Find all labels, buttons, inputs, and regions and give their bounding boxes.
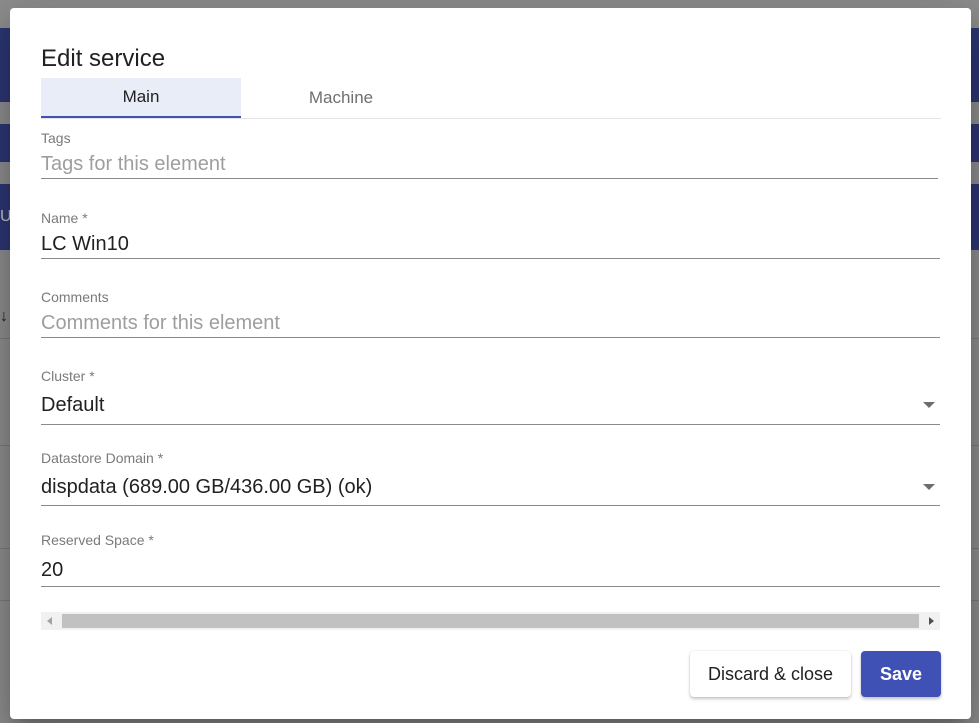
comments-input[interactable] xyxy=(41,309,940,337)
arrow-left-icon xyxy=(47,617,52,625)
name-field: Name * xyxy=(41,210,940,259)
save-button[interactable]: Save xyxy=(861,651,941,697)
reserved-space-underline xyxy=(41,586,940,587)
dialog-title: Edit service xyxy=(41,45,166,72)
scrollbar-thumb[interactable] xyxy=(62,614,919,628)
datastore-domain-select[interactable]: dispdata (689.00 GB/436.00 GB) (ok) xyxy=(41,473,940,501)
name-underline xyxy=(41,258,940,259)
tags-field: Tags xyxy=(41,130,938,179)
cluster-field: Cluster * Default xyxy=(41,368,940,425)
reserved-space-label: Reserved Space * xyxy=(41,532,154,548)
datastore-domain-selected-value: dispdata (689.00 GB/436.00 GB) (ok) xyxy=(41,475,373,498)
comments-field: Comments xyxy=(41,289,940,338)
scroll-right-button[interactable] xyxy=(922,612,940,630)
name-label: Name * xyxy=(41,210,88,226)
cluster-underline xyxy=(41,424,940,425)
cluster-selected-value: Default xyxy=(41,393,105,416)
datastore-domain-label: Datastore Domain * xyxy=(41,450,164,466)
caret-down-icon xyxy=(923,484,935,490)
discard-and-close-button[interactable]: Discard & close xyxy=(690,651,851,697)
scroll-left-button[interactable] xyxy=(41,612,59,630)
edit-service-dialog: Edit service Main Machine Tags Name * Co… xyxy=(10,8,971,719)
datastore-domain-underline xyxy=(41,505,940,506)
caret-down-icon xyxy=(923,402,935,408)
comments-label: Comments xyxy=(41,289,109,305)
tab-machine[interactable]: Machine xyxy=(241,78,441,118)
background-sort-arrow-icon: ↓ xyxy=(0,308,8,325)
tags-underline xyxy=(41,178,938,179)
tags-label: Tags xyxy=(41,130,71,146)
tab-bar: Main Machine xyxy=(41,78,941,119)
tab-main[interactable]: Main xyxy=(41,78,241,118)
cluster-label: Cluster * xyxy=(41,368,95,384)
comments-underline xyxy=(41,337,940,338)
cluster-select[interactable]: Default xyxy=(41,391,940,419)
reserved-space-input[interactable] xyxy=(41,556,940,584)
datastore-domain-field: Datastore Domain * dispdata (689.00 GB/4… xyxy=(41,450,940,506)
reserved-space-field: Reserved Space * xyxy=(41,532,940,587)
name-input[interactable] xyxy=(41,230,940,258)
arrow-right-icon xyxy=(929,617,934,625)
horizontal-scrollbar[interactable] xyxy=(41,612,940,630)
tags-input[interactable] xyxy=(41,150,938,178)
